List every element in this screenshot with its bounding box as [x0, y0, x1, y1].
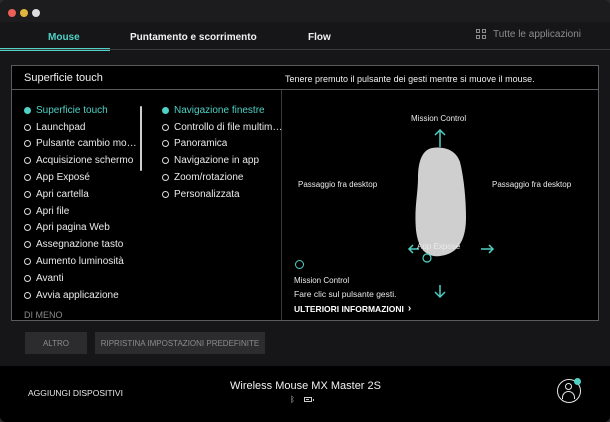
mouse-shape [415, 147, 466, 257]
radio-icon [162, 106, 169, 114]
list-item-label: App Exposé [36, 172, 90, 184]
radio-icon [24, 274, 31, 282]
radio-icon [162, 190, 169, 198]
radio-icon [162, 123, 169, 131]
list-item-label: Avvia applicazione [36, 289, 119, 301]
minimize-window-button[interactable] [20, 9, 28, 17]
radio-icon [162, 174, 169, 182]
radio-icon [24, 123, 31, 131]
list-item-label: Acquisizione schermo [36, 155, 134, 167]
gesture-right-label: Passaggio fra desktop [492, 180, 572, 189]
list-item[interactable]: Apri cartella [24, 186, 142, 203]
grid-icon [476, 29, 487, 40]
list-item-label: Aumento luminosità [36, 256, 124, 268]
click-action-description: Fare clic sul pulsante gesti. [294, 289, 397, 299]
radio-icon [24, 207, 31, 215]
panel-hint: Tenere premuto il pulsante dei gesti men… [285, 74, 535, 84]
gesture-down-label: App Exposé [417, 242, 461, 251]
tabs-divider [0, 49, 610, 50]
radio-icon [24, 106, 31, 114]
more-info-label: ULTERIORI INFORMAZIONI [294, 303, 404, 314]
notification-dot [574, 378, 581, 385]
list-item[interactable]: Superficie touch [24, 102, 142, 119]
list-item[interactable]: Avvia applicazione [24, 287, 142, 304]
all-applications-button[interactable]: Tutte le applicazioni [476, 29, 581, 40]
list-item-label: Apri file [36, 205, 70, 217]
list-item[interactable]: Apri pagina Web [24, 220, 142, 237]
list-item-label: Personalizzata [174, 188, 240, 200]
list-item[interactable]: Zoom/rotazione [162, 169, 284, 186]
gesture-up-label: Mission Control [411, 114, 467, 123]
mouse-gesture-illustration [407, 128, 495, 299]
list-item[interactable]: Avanti [24, 270, 142, 287]
radio-icon [162, 140, 169, 148]
close-window-button[interactable] [8, 9, 16, 17]
list-item[interactable]: Navigazione finestre [162, 102, 284, 119]
list-item-label: Apri pagina Web [36, 222, 110, 234]
device-status: ᛒ [290, 395, 314, 404]
zoom-window-button[interactable] [32, 9, 40, 17]
list-item-label: Panoramica [174, 138, 228, 150]
radio-icon [24, 190, 31, 198]
list-item-label: Navigazione in app [174, 155, 260, 167]
chevron-right-icon: › [407, 303, 412, 314]
gesture-button-marker [422, 253, 432, 263]
all-applications-label: Tutte le applicazioni [493, 29, 582, 40]
list-scrollbar[interactable] [140, 106, 142, 171]
list-item-label: Navigazione finestre [174, 104, 265, 116]
list-item-label: Avanti [36, 272, 64, 284]
radio-icon [24, 174, 31, 182]
action-list: Superficie touch Launchpad Pulsante cambio… [24, 102, 142, 304]
list-item[interactable]: App Exposé [24, 169, 142, 186]
device-footer: AGGIUNGI DISPOSITIVI Wireless Mouse MX M… [0, 366, 610, 422]
list-item[interactable]: Assegnazione tasto [24, 236, 142, 253]
list-item-label: Launchpad [36, 121, 86, 133]
list-item-label: Superficie touch [36, 104, 108, 116]
list-item[interactable]: Controllo di file multimediali [162, 119, 284, 136]
gesture-left-label: Passaggio fra desktop [298, 180, 378, 189]
list-item-label: Apri cartella [36, 188, 89, 200]
gesture-mode-list: Navigazione finestre Controllo di file mu… [162, 102, 284, 203]
click-action-title: Mission Control [294, 276, 350, 285]
list-item[interactable]: Launchpad [24, 119, 142, 136]
logi-options-window: Mouse Puntamento e scorrimento Flow Tutt… [0, 0, 610, 422]
radio-icon [24, 258, 31, 266]
list-item[interactable]: Navigazione in app [162, 152, 284, 169]
radio-icon [24, 140, 31, 148]
show-less-link[interactable]: DI MENO [24, 310, 63, 320]
device-name: Wireless Mouse MX Master 2S [230, 380, 381, 392]
battery-icon [303, 397, 314, 402]
radio-icon [162, 157, 169, 165]
other-button[interactable]: ALTRO [25, 332, 87, 354]
more-info-link[interactable]: ULTERIORI INFORMAZIONI › [294, 303, 411, 314]
tab-bar: Mouse Puntamento e scorrimento Flow Tutt… [0, 22, 610, 51]
user-icon [565, 383, 572, 390]
radio-icon [24, 241, 31, 249]
list-item[interactable]: Pulsante cambio modalità [24, 136, 142, 153]
list-item-label: Controllo di file multimediali [174, 121, 284, 133]
radio-icon [24, 224, 31, 232]
tab-pointing-scrolling[interactable]: Puntamento e scorrimento [130, 32, 257, 43]
list-item[interactable]: Panoramica [162, 136, 284, 153]
title-bar [0, 0, 610, 22]
restore-defaults-button[interactable]: RIPRISTINA IMPOSTAZIONI PREDEFINITE [95, 332, 265, 354]
gesture-diagram: Mission Control App Exposé Passaggio fra… [282, 90, 598, 320]
add-devices-button[interactable]: AGGIUNGI DISPOSITIVI [28, 388, 123, 398]
panel-title: Superficie touch [24, 72, 103, 84]
touch-surface-panel: Superficie touch Tenere premuto il pulsa… [11, 65, 599, 321]
tab-mouse[interactable]: Mouse [48, 32, 80, 43]
list-item[interactable]: Personalizzata [162, 186, 284, 203]
list-item[interactable]: Acquisizione schermo [24, 152, 142, 169]
list-item-label: Assegnazione tasto [36, 239, 124, 251]
list-item-label: Pulsante cambio modalità [36, 138, 142, 150]
list-item-label: Zoom/rotazione [174, 172, 244, 184]
tab-flow[interactable]: Flow [308, 32, 331, 43]
radio-icon [24, 291, 31, 299]
list-item[interactable]: Aumento luminosità [24, 253, 142, 270]
click-action-marker [295, 260, 304, 269]
list-item[interactable]: Apri file [24, 203, 142, 220]
bluetooth-icon: ᛒ [290, 395, 295, 404]
panel-header: Superficie touch Tenere premuto il pulsa… [12, 66, 598, 90]
radio-icon [24, 157, 31, 165]
